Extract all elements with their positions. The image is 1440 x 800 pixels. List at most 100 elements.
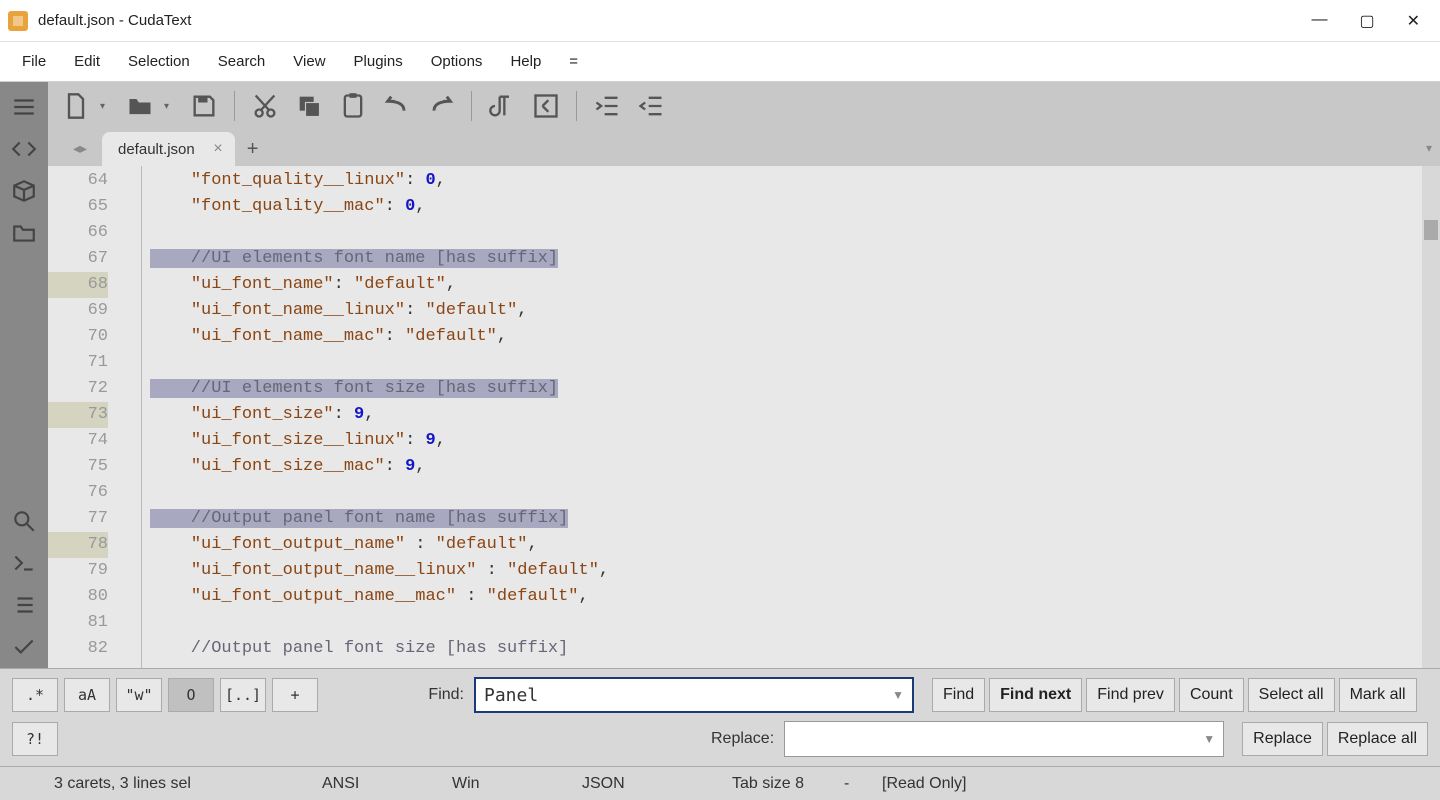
menu-item-selection[interactable]: Selection — [114, 47, 204, 76]
status-tabsize[interactable]: Tab size 8 — [714, 767, 844, 800]
dropdown-icon[interactable]: ▼ — [1203, 732, 1215, 746]
package-icon[interactable] — [4, 170, 44, 212]
tab-close-icon[interactable]: × — [213, 140, 222, 158]
tab-overflow-icon[interactable]: ▾ — [1426, 141, 1432, 155]
find-label: Find: — [396, 686, 464, 704]
vertical-scrollbar[interactable] — [1422, 166, 1440, 668]
redo-button[interactable] — [421, 86, 461, 126]
minimap-button[interactable] — [526, 86, 566, 126]
code-line[interactable]: //Output panel font size [has suffix] — [150, 636, 1440, 662]
code-line[interactable]: "ui_font_name__mac": "default", — [150, 324, 1440, 350]
hamburger-icon[interactable] — [4, 86, 44, 128]
dropdown-icon[interactable]: ▼ — [892, 688, 904, 702]
confirm-replace-button[interactable]: ?! — [12, 722, 58, 756]
maximize-icon[interactable]: ▢ — [1359, 11, 1374, 31]
find-option-button[interactable]: .* — [12, 678, 58, 712]
folder-icon[interactable] — [4, 212, 44, 254]
code-line[interactable] — [150, 220, 1440, 246]
code-line[interactable]: //UI elements font size [has suffix] — [150, 376, 1440, 402]
menu-item-search[interactable]: Search — [204, 47, 280, 76]
close-icon[interactable]: ✕ — [1407, 11, 1420, 31]
copy-button[interactable] — [289, 86, 329, 126]
code-line[interactable]: "ui_font_output_name__mac" : "default", — [150, 584, 1440, 610]
find-action-select-all[interactable]: Select all — [1248, 678, 1335, 712]
find-input[interactable]: Panel ▼ — [474, 677, 914, 713]
menu-item-options[interactable]: Options — [417, 47, 497, 76]
code-line[interactable]: "ui_font_name": "default", — [150, 272, 1440, 298]
replace-input[interactable]: ▼ — [784, 721, 1224, 757]
tab-bar: ◂▸ default.json × + ▾ — [48, 130, 1440, 166]
status-readonly: [Read Only] — [864, 767, 984, 800]
statusbar: 3 carets, 3 lines sel ANSI Win JSON Tab … — [0, 766, 1440, 800]
menu-item-file[interactable]: File — [8, 47, 60, 76]
code-line[interactable]: "ui_font_size__mac": 9, — [150, 454, 1440, 480]
menubar: FileEditSelectionSearchViewPluginsOption… — [0, 42, 1440, 82]
code-line[interactable] — [150, 480, 1440, 506]
editor[interactable]: 64656667686970717273747576777879808182 "… — [48, 166, 1440, 668]
indent-button[interactable] — [587, 86, 627, 126]
paste-button[interactable] — [333, 86, 373, 126]
app-icon — [8, 11, 28, 31]
find-option-button[interactable]: + — [272, 678, 318, 712]
status-carets: 3 carets, 3 lines sel — [14, 767, 304, 800]
menu-item-help[interactable]: Help — [496, 47, 555, 76]
code-line[interactable] — [150, 350, 1440, 376]
code-area[interactable]: "font_quality__linux": 0, "font_quality_… — [142, 166, 1440, 668]
find-action-mark-all[interactable]: Mark all — [1339, 678, 1417, 712]
find-action-find-prev[interactable]: Find prev — [1086, 678, 1175, 712]
tab-add-button[interactable]: + — [247, 132, 259, 166]
find-action-find[interactable]: Find — [932, 678, 985, 712]
unprinted-button[interactable] — [482, 86, 522, 126]
search-icon[interactable] — [4, 500, 44, 542]
code-line[interactable]: "ui_font_size": 9, — [150, 402, 1440, 428]
code-line[interactable]: "font_quality__linux": 0, — [150, 168, 1440, 194]
minimize-icon[interactable]: — — [1311, 11, 1327, 31]
cut-button[interactable] — [245, 86, 285, 126]
code-line[interactable]: "ui_font_output_name" : "default", — [150, 532, 1440, 558]
find-action-find-next[interactable]: Find next — [989, 678, 1082, 712]
code-line[interactable]: "ui_font_size__linux": 9, — [150, 428, 1440, 454]
check-icon[interactable] — [4, 626, 44, 668]
menu-item-=[interactable]: = — [555, 47, 592, 76]
find-option-button[interactable]: "w" — [116, 678, 162, 712]
gutter: 64656667686970717273747576777879808182 — [48, 166, 120, 668]
scrollbar-thumb[interactable] — [1424, 220, 1438, 240]
find-option-button[interactable]: O — [168, 678, 214, 712]
code-line[interactable]: //Output panel font name [has suffix] — [150, 506, 1440, 532]
menu-item-plugins[interactable]: Plugins — [340, 47, 417, 76]
code-line[interactable]: "ui_font_output_name__linux" : "default"… — [150, 558, 1440, 584]
status-lexer[interactable]: JSON — [564, 767, 714, 800]
status-encoding[interactable]: ANSI — [304, 767, 434, 800]
save-button[interactable] — [184, 86, 224, 126]
open-file-dropdown[interactable]: ▾ — [164, 101, 180, 112]
find-action-replace-all[interactable]: Replace all — [1327, 722, 1428, 756]
toolbar: ▾ ▾ — [48, 82, 1440, 130]
open-file-button[interactable] — [120, 86, 160, 126]
tab-label: default.json — [118, 141, 195, 158]
tab-scroll-arrows[interactable]: ◂▸ — [58, 130, 102, 166]
code-line[interactable] — [150, 610, 1440, 636]
terminal-icon[interactable] — [4, 542, 44, 584]
code-line[interactable]: "font_quality__mac": 0, — [150, 194, 1440, 220]
list-icon[interactable] — [4, 584, 44, 626]
undo-button[interactable] — [377, 86, 417, 126]
fold-strip — [120, 166, 142, 668]
status-line-ends[interactable]: Win — [434, 767, 564, 800]
find-action-replace[interactable]: Replace — [1242, 722, 1323, 756]
menu-item-edit[interactable]: Edit — [60, 47, 114, 76]
find-option-button[interactable]: [..] — [220, 678, 266, 712]
sidebar — [0, 82, 48, 668]
unindent-button[interactable] — [631, 86, 671, 126]
status-dash: - — [844, 767, 864, 800]
tab-default-json[interactable]: default.json × — [102, 132, 235, 166]
window-title: default.json - CudaText — [38, 12, 1311, 29]
code-icon[interactable] — [4, 128, 44, 170]
replace-label: Replace: — [354, 730, 774, 748]
find-option-button[interactable]: aA — [64, 678, 110, 712]
find-action-count[interactable]: Count — [1179, 678, 1244, 712]
menu-item-view[interactable]: View — [279, 47, 339, 76]
new-file-dropdown[interactable]: ▾ — [100, 101, 116, 112]
new-file-button[interactable] — [56, 86, 96, 126]
code-line[interactable]: "ui_font_name__linux": "default", — [150, 298, 1440, 324]
code-line[interactable]: //UI elements font name [has suffix] — [150, 246, 1440, 272]
